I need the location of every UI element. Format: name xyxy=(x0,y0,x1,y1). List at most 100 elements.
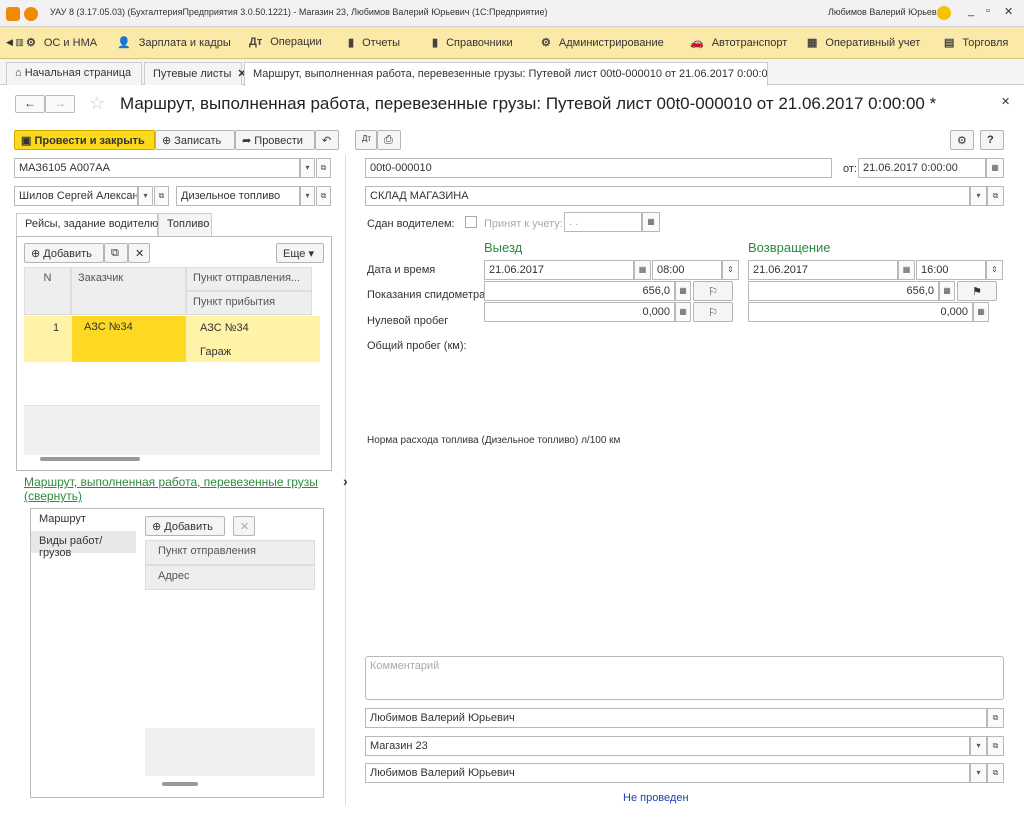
add-trip-button[interactable]: ⊕ Добавить xyxy=(24,243,104,263)
settings-button[interactable]: ⚙ xyxy=(950,130,974,150)
return-odometer-field[interactable]: 656,0 xyxy=(748,281,939,301)
menu-trade[interactable]: ▤ Торговля xyxy=(944,36,1008,49)
delete-route-button[interactable]: ✕ xyxy=(233,516,255,536)
organization-field[interactable]: Магазин 23 xyxy=(365,736,970,756)
expand-arrow-icon[interactable]: › xyxy=(343,473,348,489)
horizontal-scrollbar[interactable] xyxy=(40,457,140,461)
open-icon[interactable]: ⧉ xyxy=(316,158,331,178)
col-to[interactable]: Пункт прибытия xyxy=(186,291,312,315)
tab-home[interactable]: ⌂ Начальная страница xyxy=(6,62,142,85)
forward-button[interactable]: → xyxy=(45,95,75,113)
calculator-icon[interactable]: ▦ xyxy=(973,302,989,322)
responsible-field[interactable]: Любимов Валерий Юрьевич xyxy=(365,708,987,728)
dropdown-icon[interactable]: ▾ xyxy=(970,186,987,206)
stepper-icon[interactable]: ⇕ xyxy=(722,260,739,280)
menu-operational[interactable]: ▦ Оперативный учет xyxy=(807,36,920,49)
favorite-star-icon[interactable]: ☆ xyxy=(89,93,105,114)
stepper-icon[interactable]: ⇕ xyxy=(986,260,1003,280)
menu-references[interactable]: ▮ Справочники xyxy=(432,36,513,49)
manager-field[interactable]: Любимов Валерий Юрьевич xyxy=(365,763,970,783)
depart-time-field[interactable]: 08:00 xyxy=(652,260,722,280)
dropdown-icon[interactable]: ▾ xyxy=(300,158,315,178)
open-icon[interactable]: ⧉ xyxy=(987,763,1004,783)
post-and-close-button[interactable]: ▣ Провести и закрыть xyxy=(14,130,155,150)
app-logo-icon[interactable] xyxy=(6,7,20,21)
undo-button[interactable]: ↶ xyxy=(315,130,339,150)
finish-flag-button[interactable]: ⚑ xyxy=(957,281,997,301)
fuel-field[interactable]: Дизельное топливо xyxy=(176,186,300,206)
collapse-link[interactable]: Маршрут, выполненная работа, перевезенны… xyxy=(24,475,324,503)
dropdown-icon[interactable]: ▾ xyxy=(970,763,987,783)
comment-field[interactable]: Комментарий xyxy=(365,656,1004,700)
sub-table-footer xyxy=(145,728,315,776)
dt-kt-button[interactable]: Дт xyxy=(355,130,377,150)
copy-button[interactable]: ⧉ xyxy=(104,243,128,263)
dropdown-icon[interactable]: ▾ xyxy=(300,186,315,206)
calendar-icon[interactable]: ▦ xyxy=(642,212,660,232)
restore-icon[interactable]: ▫ xyxy=(986,5,990,17)
warehouse-field[interactable]: СКЛАД МАГАЗИНА xyxy=(365,186,970,206)
sub-col-from[interactable]: Пункт отправления xyxy=(145,540,315,565)
open-icon[interactable]: ⧉ xyxy=(987,736,1004,756)
menu-salary[interactable]: 👤 Зарплата и кадры xyxy=(117,36,231,49)
depart-date-field[interactable]: 21.06.2017 xyxy=(484,260,634,280)
close-form-icon[interactable]: ✕ xyxy=(1001,95,1010,108)
calculator-icon[interactable]: ▦ xyxy=(939,281,955,301)
print-button[interactable]: ⎙ xyxy=(377,130,401,150)
delete-button[interactable]: ✕ xyxy=(128,243,150,263)
menu-scroll-left-icon[interactable]: ◀ ▥ xyxy=(6,37,24,48)
col-customer[interactable]: Заказчик xyxy=(71,267,186,315)
depart-zero-field[interactable]: 0,000 xyxy=(484,302,675,322)
menu-dropdown-icon[interactable] xyxy=(24,7,38,21)
handed-checkbox[interactable] xyxy=(465,216,477,228)
tab-trips[interactable]: Рейсы, задание водителю xyxy=(16,213,158,237)
depart-odometer-field[interactable]: 656,0 xyxy=(484,281,675,301)
return-zero-field[interactable]: 0,000 xyxy=(748,302,973,322)
number-field[interactable]: 00t0-000010 xyxy=(365,158,832,178)
sub-tab-route[interactable]: Маршрут xyxy=(31,509,136,531)
post-button[interactable]: ➦ Провести xyxy=(235,130,315,150)
sub-scrollbar[interactable] xyxy=(162,782,198,786)
menu-os-nma[interactable]: ⚙ ОС и НМА xyxy=(26,36,97,49)
menu-admin[interactable]: ⚙ Администрирование xyxy=(541,36,664,49)
return-date-field[interactable]: 21.06.2017 xyxy=(748,260,898,280)
calculator-icon[interactable]: ▦ xyxy=(675,302,691,322)
calculator-icon[interactable]: ▦ xyxy=(675,281,691,301)
calendar-icon[interactable]: ▦ xyxy=(898,260,915,280)
save-button[interactable]: ⊕ Записать xyxy=(155,130,235,150)
open-icon[interactable]: ⧉ xyxy=(987,186,1004,206)
accepted-date-field[interactable]: . . xyxy=(564,212,642,232)
info-icon[interactable] xyxy=(937,6,951,20)
dropdown-icon[interactable]: ▾ xyxy=(138,186,153,206)
open-icon[interactable]: ⧉ xyxy=(316,186,331,206)
tab-current[interactable]: Маршрут, выполненная работа, перевезенны… xyxy=(244,62,768,86)
menu-reports[interactable]: ▮ Отчеты xyxy=(348,36,400,49)
dropdown-icon[interactable]: ▾ xyxy=(970,736,987,756)
more-button[interactable]: Еще ▾ xyxy=(276,243,324,263)
flag-button[interactable]: ⚐ xyxy=(693,281,733,301)
close-icon[interactable]: ✕ xyxy=(1004,5,1013,18)
sub-tab-works[interactable]: Виды работ/грузов xyxy=(31,531,136,559)
user-name[interactable]: Любимов Валерий Юрьевич xyxy=(828,7,946,17)
back-button[interactable]: ← xyxy=(15,95,45,113)
calendar-icon[interactable]: ▦ xyxy=(634,260,651,280)
open-icon[interactable]: ⧉ xyxy=(154,186,169,206)
sub-col-addr[interactable]: Адрес xyxy=(145,565,315,590)
return-time-field[interactable]: 16:00 xyxy=(916,260,986,280)
tab-waybills[interactable]: Путевые листы ✕ xyxy=(144,62,247,85)
open-icon[interactable]: ⧉ xyxy=(987,708,1004,728)
col-n[interactable]: N xyxy=(24,267,71,315)
menu-operations[interactable]: Дт Операции xyxy=(249,36,322,48)
add-route-button[interactable]: ⊕ Добавить xyxy=(145,516,225,536)
help-button[interactable]: ? xyxy=(980,130,1004,150)
minimize-icon[interactable]: _ xyxy=(968,5,974,17)
driver-field[interactable]: Шилов Сергей Александ xyxy=(14,186,138,206)
vehicle-field[interactable]: МАЗ6105 А007АА xyxy=(14,158,300,178)
calendar-icon[interactable]: ▦ xyxy=(986,158,1004,178)
menu-autotransport[interactable]: 🚗 Автотранспорт xyxy=(690,36,787,49)
post-status[interactable]: Не проведен xyxy=(623,792,689,804)
tab-fuel[interactable]: Топливо xyxy=(158,213,212,236)
flag-button[interactable]: ⚐ xyxy=(693,302,733,322)
date-field[interactable]: 21.06.2017 0:00:00 xyxy=(858,158,986,178)
col-from[interactable]: Пункт отправления... xyxy=(186,267,312,291)
